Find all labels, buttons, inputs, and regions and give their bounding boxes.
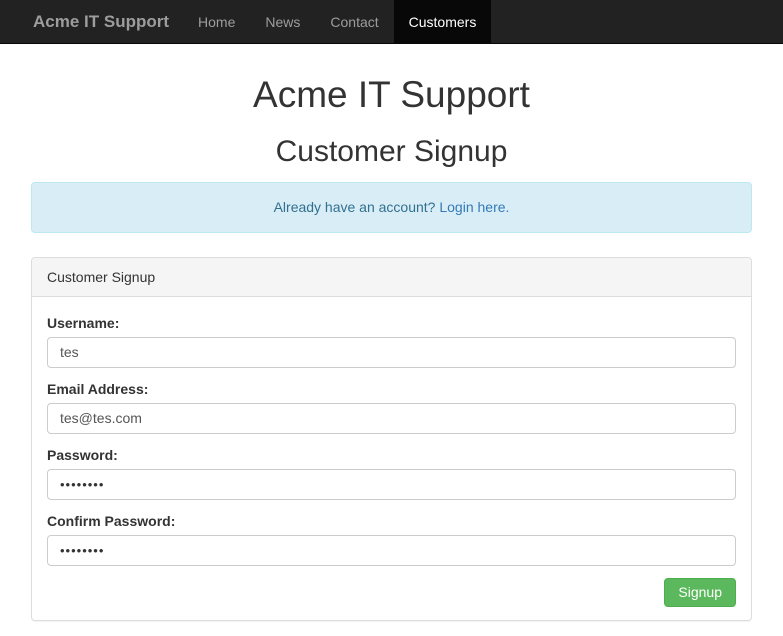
nav-item-contact: Contact bbox=[315, 0, 393, 43]
username-input[interactable] bbox=[47, 336, 736, 368]
main-container: Acme IT Support Customer Signup Already … bbox=[31, 74, 752, 621]
top-navbar: Acme IT Support Home News Contact Custom… bbox=[0, 0, 783, 44]
username-label: Username: bbox=[47, 314, 120, 331]
page-subtitle: Customer Signup bbox=[275, 134, 508, 168]
email-label: Email Address: bbox=[47, 380, 149, 397]
form-actions: Signup bbox=[47, 577, 736, 607]
email-input[interactable] bbox=[47, 402, 736, 434]
nav-link-home[interactable]: Home bbox=[183, 0, 250, 43]
password-label: Password: bbox=[47, 446, 118, 463]
signup-button[interactable]: Signup bbox=[664, 577, 736, 607]
password-group: Password: bbox=[47, 446, 736, 500]
login-alert: Already have an account? Login here. bbox=[31, 181, 752, 233]
login-alert-text: Already have an account? bbox=[273, 198, 440, 215]
nav-link-contact[interactable]: Contact bbox=[315, 0, 393, 43]
signup-panel-body: Username: Email Address: Password: Confi… bbox=[32, 297, 751, 620]
signup-form: Username: Email Address: Password: Confi… bbox=[47, 314, 736, 607]
nav-link-news[interactable]: News bbox=[250, 0, 315, 43]
signup-panel: Customer Signup Username: Email Address:… bbox=[31, 256, 752, 621]
signup-panel-heading: Customer Signup bbox=[32, 257, 751, 297]
navbar-brand[interactable]: Acme IT Support bbox=[0, 0, 183, 43]
nav-item-customers: Customers bbox=[393, 0, 492, 43]
confirm-password-label: Confirm Password: bbox=[47, 512, 176, 529]
email-group: Email Address: bbox=[47, 380, 736, 434]
nav-item-news: News bbox=[250, 0, 315, 43]
login-link[interactable]: Login here. bbox=[439, 199, 509, 215]
navbar-menu: Home News Contact Customers bbox=[183, 0, 492, 43]
confirm-password-input[interactable] bbox=[47, 534, 736, 566]
nav-item-home: Home bbox=[183, 0, 250, 43]
nav-link-customers[interactable]: Customers bbox=[393, 0, 492, 43]
page-title: Acme IT Support bbox=[253, 74, 530, 115]
password-input[interactable] bbox=[47, 468, 736, 500]
confirm-password-group: Confirm Password: bbox=[47, 512, 736, 566]
username-group: Username: bbox=[47, 314, 736, 368]
